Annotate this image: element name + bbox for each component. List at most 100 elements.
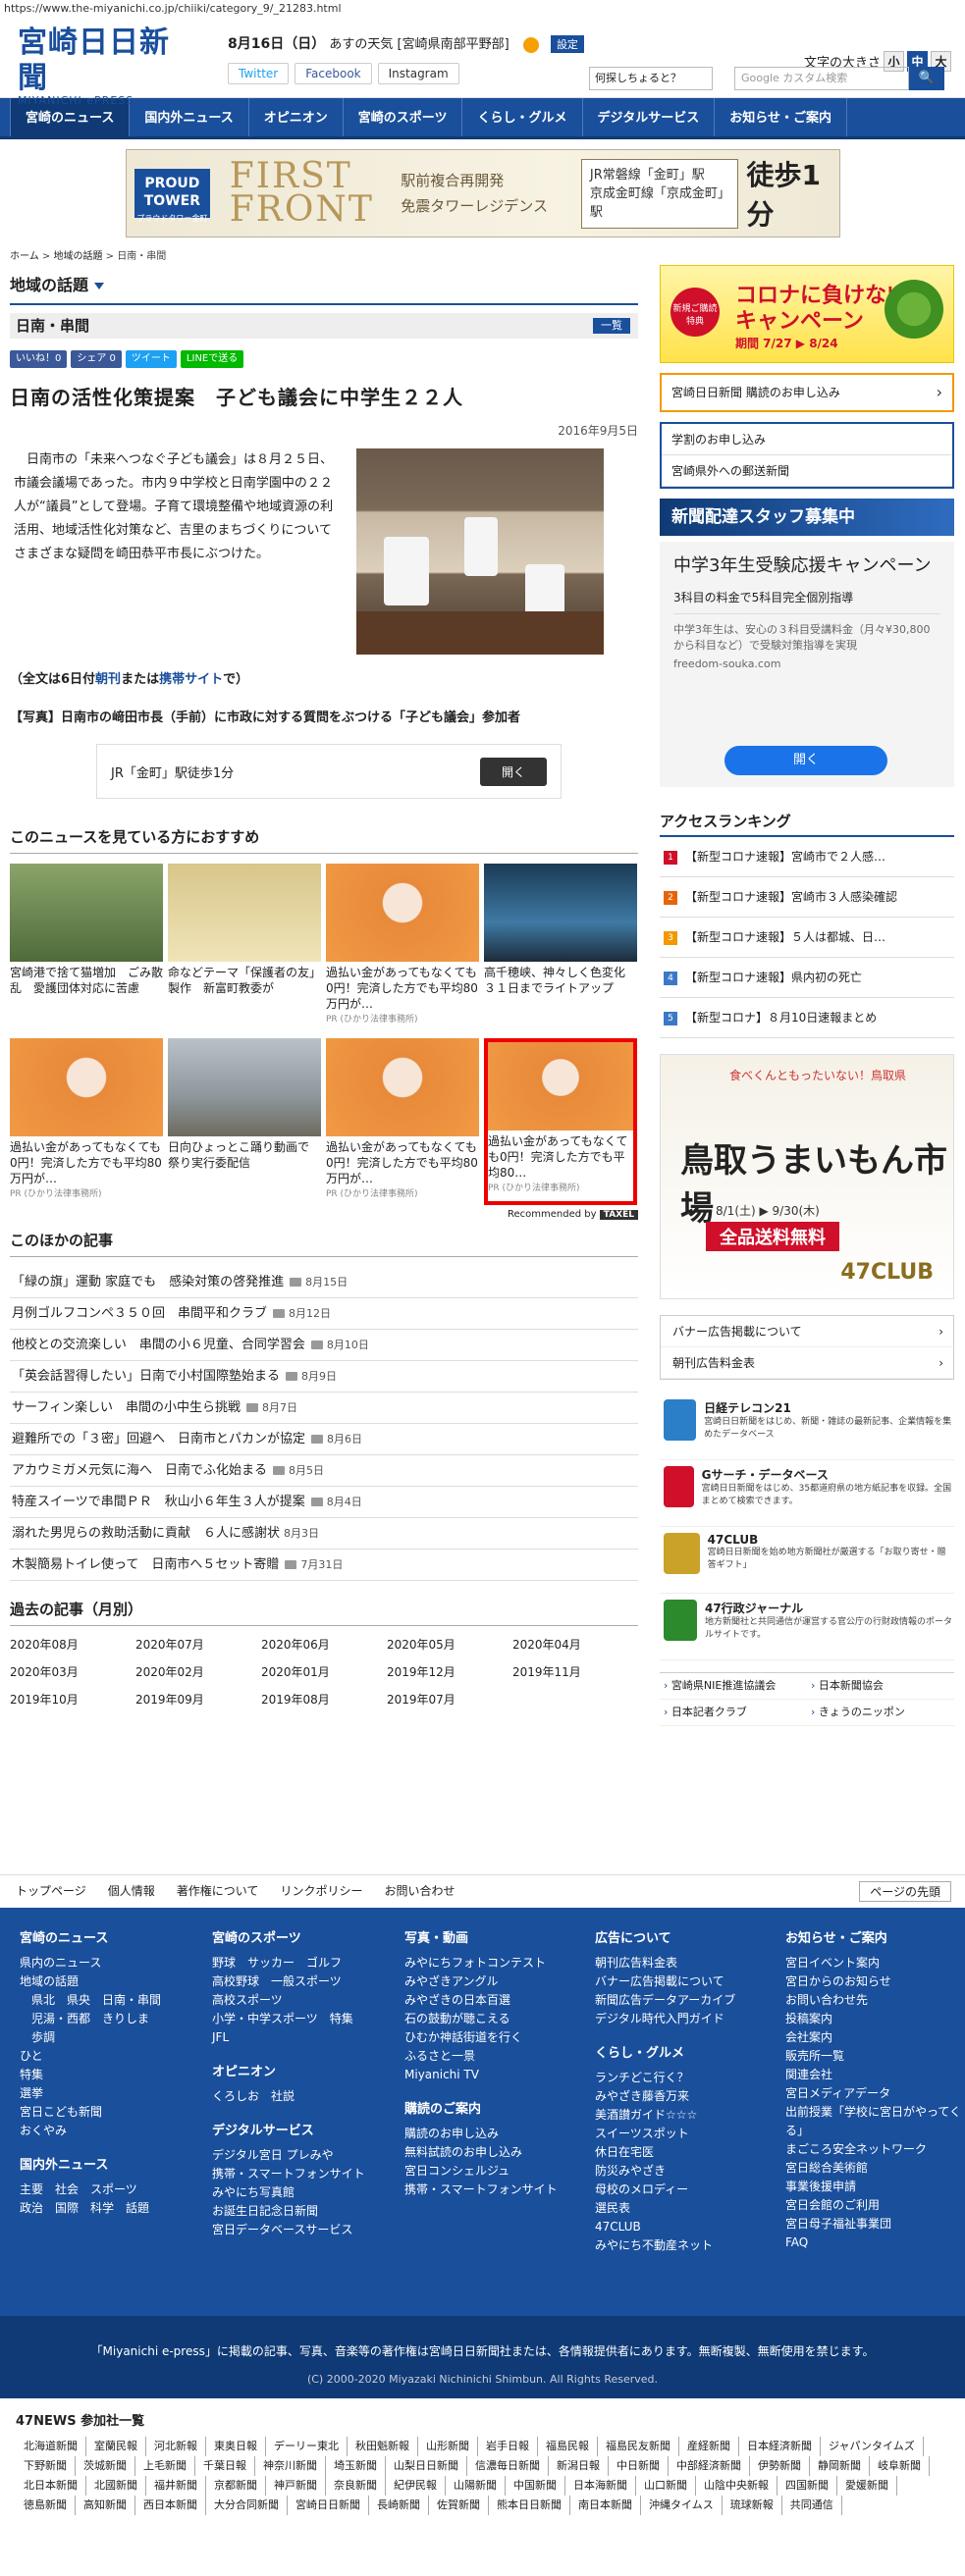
47news-member-link[interactable]: 福島民友新聞 bbox=[598, 2437, 679, 2456]
footer-col-link[interactable]: 地域の話題 bbox=[20, 1972, 206, 1991]
page-top-button[interactable]: ページの先頭 bbox=[859, 1881, 951, 1902]
47news-member-link[interactable]: 岐阜新聞 bbox=[870, 2456, 930, 2476]
47news-member-link[interactable]: 東奥日報 bbox=[206, 2437, 266, 2456]
47news-member-link[interactable]: 静岡新聞 bbox=[810, 2456, 870, 2476]
footer-col-link[interactable]: 美酒讃ガイド☆☆☆ bbox=[595, 2106, 781, 2125]
47news-member-link[interactable]: 日本経済新聞 bbox=[739, 2437, 821, 2456]
search-input[interactable]: Google カスタム検索 bbox=[734, 67, 909, 90]
nav-item[interactable]: デジタルサービス bbox=[583, 98, 716, 136]
footer-col-link[interactable]: 政治 国際 科学 話題 bbox=[20, 2199, 206, 2218]
47news-member-link[interactable]: 岩手日報 bbox=[478, 2437, 538, 2456]
47news-member-link[interactable]: 北國新聞 bbox=[86, 2476, 146, 2496]
google-ad[interactable]: 中学3年生受験応援キャンペーン 3科目の料金で5科目完全個別指導 中学3年生は、… bbox=[660, 542, 954, 787]
instagram-link[interactable]: Instagram bbox=[377, 63, 459, 84]
47news-member-link[interactable]: 南日本新聞 bbox=[570, 2496, 641, 2515]
facebook-link[interactable]: Facebook bbox=[295, 63, 372, 84]
47news-member-link[interactable]: 信濃毎日新聞 bbox=[467, 2456, 549, 2476]
47news-member-link[interactable]: 山形新聞 bbox=[418, 2437, 478, 2456]
others-item[interactable]: 月例ゴルフコンペ３５０回 串間平和クラブ 8月12日 bbox=[10, 1298, 638, 1330]
footer-col-link[interactable]: 石の鼓動が聴こえる bbox=[404, 2010, 591, 2028]
47news-member-link[interactable]: 西日本新聞 bbox=[135, 2496, 206, 2515]
recommend-card[interactable]: 過払い金があってもなくても0円！完済した方でも平均80万円が… PR (ひかり法律… bbox=[10, 1038, 163, 1205]
recommend-card[interactable]: 宮崎港で捨て猫増加 ごみ散乱 愛護団体対応に苦慮 bbox=[10, 864, 163, 1030]
footer-col-link[interactable]: 宮日母子福祉事業団 bbox=[785, 2215, 965, 2234]
47news-member-link[interactable]: デーリー東北 bbox=[266, 2437, 348, 2456]
47news-member-link[interactable]: 福井新聞 bbox=[146, 2476, 206, 2496]
past-month-link[interactable]: 2019年10月 bbox=[10, 1689, 135, 1710]
footer-link[interactable]: トップページ bbox=[16, 1882, 86, 1899]
footer-link[interactable]: リンクポリシー bbox=[280, 1882, 362, 1899]
footer-col-link[interactable]: 小学・中学スポーツ 特集 bbox=[212, 2010, 399, 2028]
inline-ad[interactable]: JR「金町」駅徒歩1分 開く bbox=[96, 744, 562, 799]
footer-col-link[interactable]: 携帯・スマートフォンサイト bbox=[212, 2165, 399, 2183]
47news-member-link[interactable]: 千葉日報 bbox=[195, 2456, 255, 2476]
past-month-link[interactable]: 2019年11月 bbox=[512, 1661, 638, 1683]
footer-link[interactable]: 著作権について bbox=[177, 1882, 259, 1899]
47news-member-link[interactable]: 室蘭民報 bbox=[86, 2437, 146, 2456]
footer-col-link[interactable]: 選民表 bbox=[595, 2199, 781, 2218]
others-item[interactable]: 溺れた男児らの救助活動に貢献 ６人に感謝状 8月3日 bbox=[10, 1518, 638, 1550]
footer-col-link[interactable]: 主要 社会 スポーツ bbox=[20, 2181, 206, 2199]
staff-recruit-banner[interactable]: 新聞配達スタッフ募集中 bbox=[660, 499, 954, 536]
47news-member-link[interactable]: 産経新聞 bbox=[679, 2437, 739, 2456]
footer-col-link[interactable]: みやざき藤香万来 bbox=[595, 2087, 781, 2106]
47news-member-link[interactable]: 長崎新聞 bbox=[369, 2496, 429, 2515]
47news-member-link[interactable]: 山陰中央新報 bbox=[696, 2476, 777, 2496]
footer-col-link[interactable]: 事業後援申請 bbox=[785, 2178, 965, 2196]
footer-col-link[interactable]: お誕生日記念日新聞 bbox=[212, 2202, 399, 2221]
past-month-link[interactable]: 2020年02月 bbox=[135, 1661, 261, 1683]
others-item[interactable]: 「英会話習得したい」日南で小村国際塾始まる 8月9日 bbox=[10, 1361, 638, 1393]
share-button[interactable]: シェア 0 bbox=[71, 350, 122, 368]
nav-item[interactable]: 宮崎のスポーツ bbox=[344, 98, 463, 136]
related-link[interactable]: きょうのニッポン bbox=[807, 1700, 954, 1726]
footer-col-link[interactable]: 47CLUB bbox=[595, 2218, 781, 2236]
47news-member-link[interactable]: 北日本新聞 bbox=[16, 2476, 86, 2496]
footer-col-link[interactable]: 歩調 bbox=[20, 2028, 206, 2047]
related-link[interactable]: 日本記者クラブ bbox=[660, 1700, 807, 1726]
footer-col-link[interactable]: 関連会社 bbox=[785, 2066, 965, 2084]
past-month-link[interactable]: 2020年07月 bbox=[135, 1634, 261, 1656]
recommend-card[interactable]: 過払い金があってもなくても0円！完済した方でも平均80万円が… PR (ひかり法律… bbox=[326, 1038, 479, 1205]
footer-col-link[interactable]: 母校のメロディー bbox=[595, 2181, 781, 2199]
47news-member-link[interactable]: 神奈川新聞 bbox=[255, 2456, 326, 2476]
subscribe-button[interactable]: 宮崎日日新聞 購読のお申し込み bbox=[660, 373, 954, 412]
footer-col-link[interactable]: 購読のお申し込み bbox=[404, 2125, 591, 2143]
service-item[interactable]: 47行政ジャーナル 地方新聞社と共同通信が運営する官公庁の行財政情報のポータルサイ… bbox=[660, 1594, 954, 1660]
47news-member-link[interactable]: 奈良新聞 bbox=[326, 2476, 386, 2496]
47news-member-link[interactable]: 京都新聞 bbox=[206, 2476, 266, 2496]
past-month-link[interactable]: 2020年03月 bbox=[10, 1661, 135, 1683]
others-item[interactable]: 「緑の旗」運動 家庭でも 感染対策の啓発推進 8月15日 bbox=[10, 1267, 638, 1298]
47news-member-link[interactable]: 新潟日報 bbox=[549, 2456, 609, 2476]
47news-member-link[interactable]: 秋田魁新報 bbox=[348, 2437, 418, 2456]
footer-col-link[interactable]: 宮日コンシェルジュ bbox=[404, 2162, 591, 2181]
47news-member-link[interactable]: 河北新報 bbox=[146, 2437, 206, 2456]
footer-col-link[interactable]: 販売所一覧 bbox=[785, 2047, 965, 2066]
footer-col-link[interactable]: デジタル時代入門ガイド bbox=[595, 2010, 781, 2028]
mail-delivery-link[interactable]: 宮崎県外への郵送新聞 bbox=[662, 455, 952, 487]
47news-member-link[interactable]: 日本海新聞 bbox=[565, 2476, 636, 2496]
past-month-link[interactable]: 2019年09月 bbox=[135, 1689, 261, 1710]
others-item[interactable]: アカウミガメ元気に海へ 日南でふ化始まる 8月5日 bbox=[10, 1455, 638, 1487]
past-month-link[interactable]: 2020年05月 bbox=[387, 1634, 512, 1656]
footer-col-link[interactable]: 宮日メディアデータ bbox=[785, 2084, 965, 2103]
footer-col-link[interactable]: おくやみ bbox=[20, 2122, 206, 2140]
47news-member-link[interactable]: 埼玉新聞 bbox=[326, 2456, 386, 2476]
footer-link[interactable]: お問い合わせ bbox=[384, 1882, 455, 1899]
footer-col-link[interactable]: 県内のニュース bbox=[20, 1954, 206, 1972]
footer-col-link[interactable]: ランチどこ行く？ bbox=[595, 2069, 781, 2087]
footer-col-link[interactable]: 野球 サッカー ゴルフ bbox=[212, 1954, 399, 1972]
footer-col-link[interactable]: まごころ安全ネットワーク bbox=[785, 2140, 965, 2159]
past-month-link[interactable]: 2020年06月 bbox=[261, 1634, 387, 1656]
like-button[interactable]: いいね！0 bbox=[10, 350, 68, 368]
footer-col-link[interactable]: スイーツスポット bbox=[595, 2125, 781, 2143]
ask-select[interactable]: 何探しちょると？ bbox=[589, 67, 713, 90]
ranking-item[interactable]: 4 【新型コロナ速報】県内初の死亡 bbox=[660, 958, 954, 998]
footer-col-link[interactable]: 防災みやざき bbox=[595, 2162, 781, 2181]
footer-col-link[interactable]: 携帯・スマートフォンサイト bbox=[404, 2181, 591, 2199]
footer-col-link[interactable]: みやざきアングル bbox=[404, 1972, 591, 1991]
47news-member-link[interactable]: 中部経済新聞 bbox=[669, 2456, 750, 2476]
others-item[interactable]: 避難所での「３密」回避へ 日南市とパカンが協定 8月6日 bbox=[10, 1424, 638, 1455]
footer-col-link[interactable]: バナー広告掲載について bbox=[595, 1972, 781, 1991]
service-item[interactable]: 47CLUB 宮崎日日新聞を始め地方新聞社が厳選する「お取り寄せ・贈答ギフト」 bbox=[660, 1527, 954, 1594]
twitter-link[interactable]: Twitter bbox=[228, 63, 290, 84]
